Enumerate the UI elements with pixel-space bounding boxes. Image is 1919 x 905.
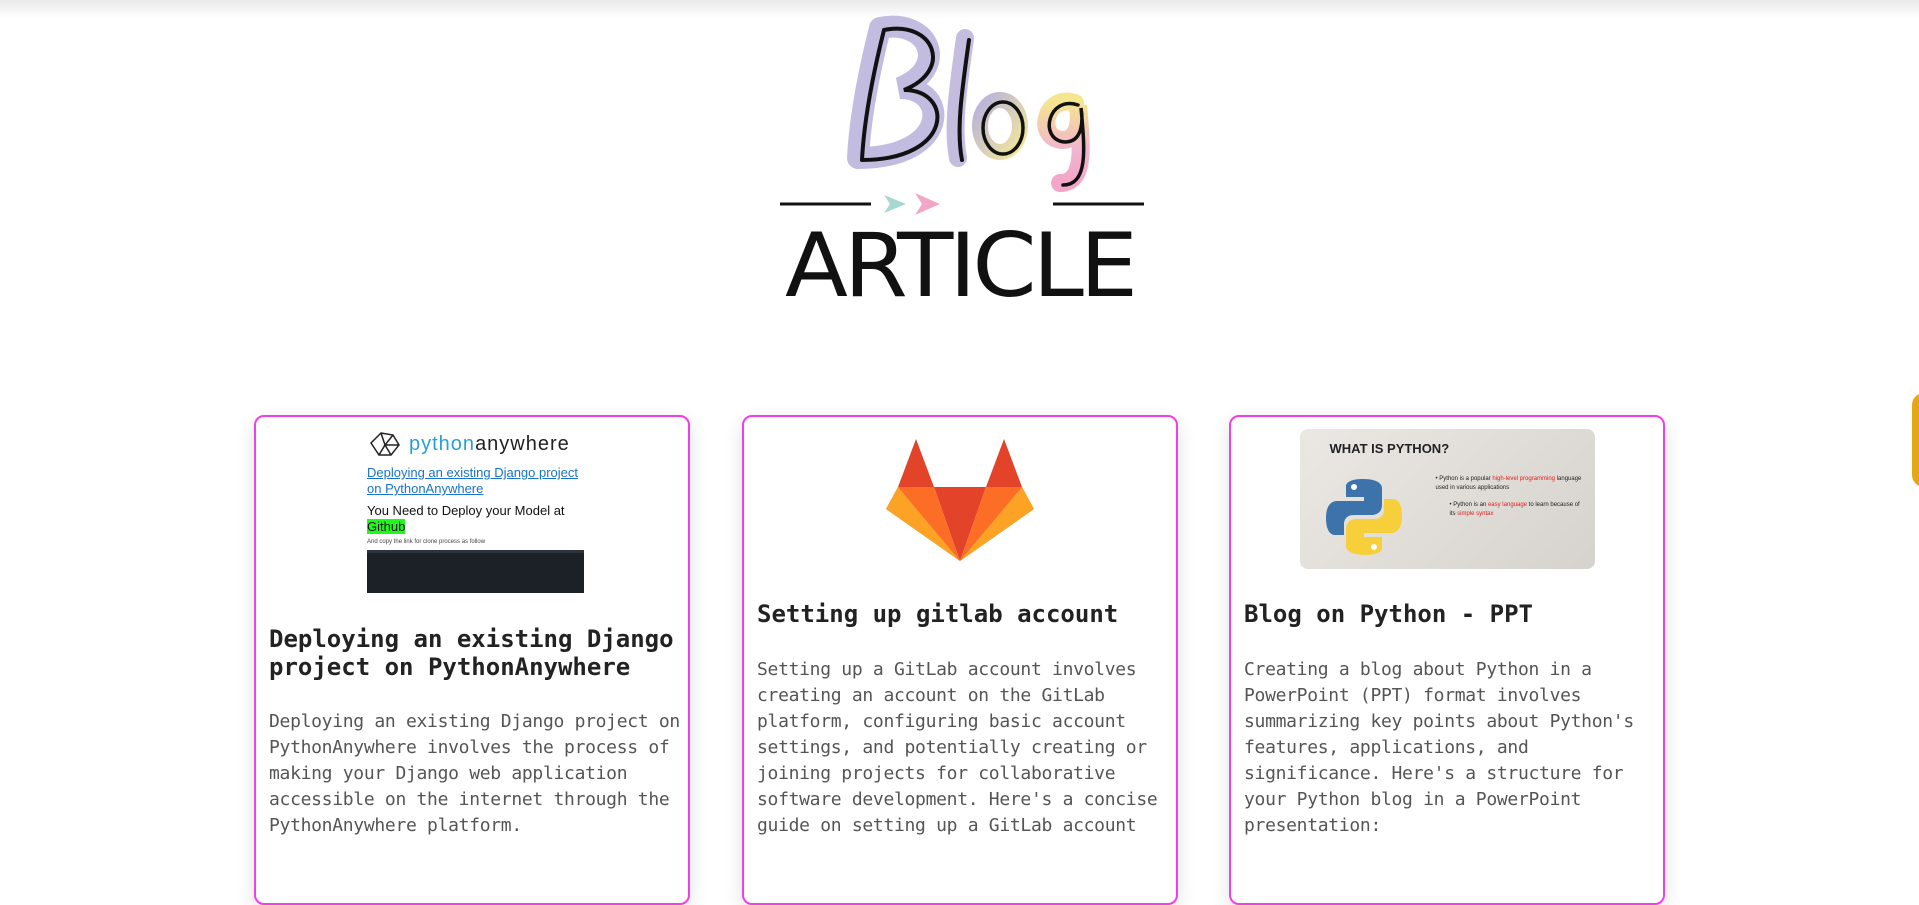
article-card-django[interactable]: pythonanywhere Deploying an existing Dja… (254, 415, 690, 905)
blog-logo (847, 15, 1090, 192)
hero-header: ARTICLE (0, 0, 1919, 330)
thumbnail-text: You Need to Deploy your Model at Github (367, 503, 565, 534)
brand-python: python (409, 432, 476, 455)
article-card-gitlab[interactable]: Setting up gitlab account Setting up a G… (742, 415, 1178, 905)
article-title[interactable]: Blog on Python - PPT (1244, 600, 1654, 629)
brand-anywhere: anywhere (475, 432, 570, 455)
slide-bullet-1: • Python is a popular high-level program… (1435, 476, 1582, 491)
github-screenshot (367, 550, 584, 593)
ppt-slide: WHAT IS PYTHON? • Python is a popular hi… (1299, 429, 1595, 569)
article-title[interactable]: Deploying an existing Django project on … (269, 625, 679, 681)
thumbnail-link: Deploying an existing Django project on … (367, 465, 579, 496)
slide-bullet-2: • Python is an easy language to learn be… (1449, 502, 1580, 517)
python-logo-icon (1325, 479, 1402, 555)
gitlab-logo-icon (886, 439, 1034, 561)
article-excerpt: Creating a blog about Python in a PowerP… (1244, 659, 1634, 836)
slide-title: WHAT IS PYTHON? (1329, 441, 1450, 456)
article-thumbnail: pythonanywhere Deploying an existing Dja… (256, 429, 688, 597)
thumbnail-small-text: And copy the link for clone process as f… (367, 539, 486, 545)
pythonanywhere-logo-icon (370, 432, 400, 456)
side-tab-button[interactable] (1912, 393, 1919, 487)
github-highlight: Github (367, 519, 406, 534)
article-thumbnail (744, 439, 1176, 563)
section-title: ARTICLE (784, 214, 1138, 317)
article-excerpt: Setting up a GitLab account involves cre… (757, 659, 1158, 836)
article-title[interactable]: Setting up gitlab account (757, 600, 1167, 629)
article-excerpt: Deploying an existing Django project on … (269, 711, 680, 836)
article-card-python-ppt[interactable]: WHAT IS PYTHON? • Python is a popular hi… (1229, 415, 1665, 905)
article-thumbnail: WHAT IS PYTHON? • Python is a popular hi… (1231, 429, 1663, 569)
